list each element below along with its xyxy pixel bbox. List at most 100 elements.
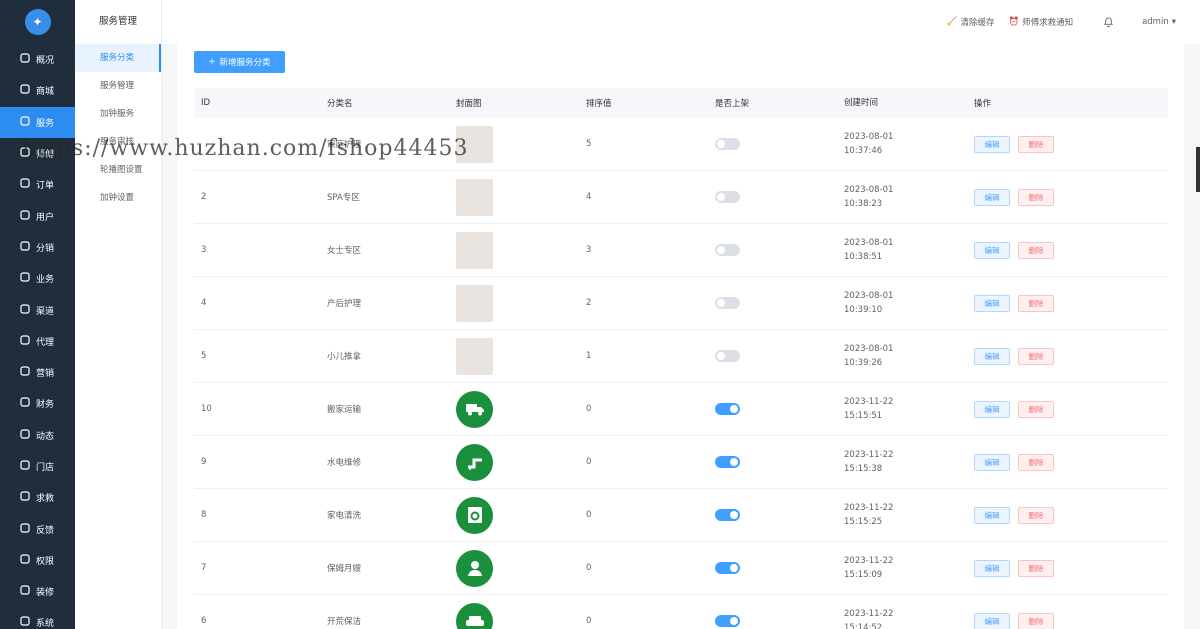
status-toggle[interactable] bbox=[715, 350, 740, 362]
nav-item-13[interactable]: 门店 bbox=[0, 451, 75, 482]
scrollbar-thumb[interactable] bbox=[1196, 147, 1200, 192]
cell-status bbox=[715, 456, 844, 468]
col-header-id[interactable]: ID bbox=[194, 98, 327, 108]
sub-sidebar-title: 服务管理 bbox=[99, 16, 138, 27]
nav-item-11[interactable]: 财务 bbox=[0, 388, 75, 419]
edit-button[interactable]: 编辑 bbox=[974, 241, 1010, 259]
col-header-created[interactable]: 创建时间 bbox=[844, 96, 974, 110]
cell-id: 7 bbox=[201, 563, 207, 573]
cell-cover bbox=[456, 337, 586, 375]
nav-item-9[interactable]: 代理 bbox=[0, 326, 75, 357]
edit-button[interactable]: 编辑 bbox=[974, 612, 1010, 629]
cell-actions: 编辑 删除 bbox=[974, 294, 1148, 312]
edit-button[interactable]: 编辑 bbox=[974, 400, 1010, 418]
nav-item-0[interactable]: 概况 bbox=[0, 44, 75, 75]
status-toggle[interactable] bbox=[715, 403, 740, 415]
cell-id: 10 bbox=[201, 404, 212, 414]
cell-cover bbox=[456, 549, 586, 587]
nav-item-4[interactable]: 订单 bbox=[0, 169, 75, 200]
nav-item-14[interactable]: 求救 bbox=[0, 482, 75, 513]
col-header-status[interactable]: 是否上架 bbox=[715, 97, 844, 109]
cell-cover bbox=[456, 496, 586, 534]
nav-item-15[interactable]: 反馈 bbox=[0, 513, 75, 544]
delete-button[interactable]: 删除 bbox=[1018, 135, 1054, 153]
sub-item-0[interactable]: 服务分类 bbox=[75, 44, 161, 72]
nav-item-label: 业务 bbox=[36, 275, 55, 286]
status-toggle[interactable] bbox=[715, 244, 740, 256]
home-icon bbox=[20, 53, 30, 66]
sub-sidebar: 服务管理 服务分类 服务管理 加钟服务 服务审核 轮播图设置 加钟设置 bbox=[75, 0, 162, 629]
edit-button[interactable]: 编辑 bbox=[974, 135, 1010, 153]
nav-item-18[interactable]: 系统 bbox=[0, 607, 75, 629]
edit-button[interactable]: 编辑 bbox=[974, 559, 1010, 577]
cell-created: 2023-08-01 10:39:10 bbox=[844, 289, 974, 317]
cell-created: 2023-08-01 10:38:23 bbox=[844, 183, 974, 211]
main-sidebar: ✦ 概况 商城 服务 师傅 订单 用户 分销 业务 渠道 代理 营销 财务 动态 门店 求救 反馈 权限 装修 系统 bbox=[0, 0, 75, 629]
edit-button[interactable]: 编辑 bbox=[974, 347, 1010, 365]
col-header-cover[interactable]: 封面图 bbox=[456, 97, 586, 109]
bell-icon[interactable] bbox=[1103, 16, 1114, 28]
cell-sort: 0 bbox=[586, 457, 592, 467]
cell-cover bbox=[456, 390, 586, 428]
marketing-icon bbox=[20, 366, 30, 379]
status-toggle[interactable] bbox=[715, 615, 740, 627]
cell-status bbox=[715, 191, 844, 203]
add-category-button[interactable]: + 新增服务分类 bbox=[194, 51, 285, 73]
nav-item-label: 用户 bbox=[36, 212, 55, 223]
nav-item-5[interactable]: 用户 bbox=[0, 200, 75, 231]
sos-notice-link[interactable]: ⏰ 师傅求救通知 bbox=[1008, 16, 1073, 28]
clear-cache-link[interactable]: 🧹 清除缓存 bbox=[947, 16, 995, 28]
cell-actions: 编辑 删除 bbox=[974, 453, 1148, 471]
status-toggle[interactable] bbox=[715, 562, 740, 574]
status-toggle[interactable] bbox=[715, 191, 740, 203]
delete-button[interactable]: 删除 bbox=[1018, 347, 1054, 365]
nav-item-8[interactable]: 渠道 bbox=[0, 294, 75, 325]
created-time: 15:15:38 bbox=[844, 464, 883, 474]
user-name: admin bbox=[1142, 17, 1169, 27]
cell-actions: 编辑 删除 bbox=[974, 559, 1148, 577]
edit-button[interactable]: 编辑 bbox=[974, 294, 1010, 312]
nav-item-6[interactable]: 分销 bbox=[0, 232, 75, 263]
delete-button[interactable]: 删除 bbox=[1018, 559, 1054, 577]
delete-button[interactable]: 删除 bbox=[1018, 188, 1054, 206]
nav-item-label: 门店 bbox=[36, 463, 55, 473]
nav-item-label: 商城 bbox=[36, 87, 55, 98]
status-toggle[interactable] bbox=[715, 297, 740, 309]
edit-button[interactable]: 编辑 bbox=[974, 453, 1010, 471]
delete-button[interactable]: 删除 bbox=[1018, 453, 1054, 471]
sub-item-1[interactable]: 服务管理 bbox=[75, 72, 161, 100]
cell-sort: 3 bbox=[586, 245, 592, 255]
pipe-icon bbox=[456, 443, 493, 481]
delete-button[interactable]: 删除 bbox=[1018, 612, 1054, 629]
delete-button[interactable]: 删除 bbox=[1018, 241, 1054, 259]
user-menu[interactable]: admin ▾ bbox=[1142, 17, 1176, 27]
sub-item-5[interactable]: 加钟设置 bbox=[75, 184, 161, 212]
status-toggle[interactable] bbox=[715, 509, 740, 521]
nav-item-17[interactable]: 装修 bbox=[0, 576, 75, 607]
created-time: 10:38:23 bbox=[844, 199, 883, 209]
status-toggle[interactable] bbox=[715, 456, 740, 468]
nav-item-10[interactable]: 营销 bbox=[0, 357, 75, 388]
nav-item-2[interactable]: 服务 bbox=[0, 106, 75, 138]
service-icon bbox=[20, 116, 30, 129]
app-logo[interactable]: ✦ bbox=[0, 0, 75, 44]
table-row: 10 搬家运输 0 2023-11-22 15:15:51 编辑 删除 bbox=[194, 383, 1168, 436]
created-time: 10:38:51 bbox=[844, 252, 883, 262]
nav-item-1[interactable]: 商城 bbox=[0, 75, 75, 106]
edit-button[interactable]: 编辑 bbox=[974, 188, 1010, 206]
cell-name: 开荒保洁 bbox=[327, 617, 362, 627]
nav-item-7[interactable]: 业务 bbox=[0, 263, 75, 294]
nav-item-16[interactable]: 权限 bbox=[0, 545, 75, 576]
col-header-sort[interactable]: 排序值 bbox=[586, 97, 715, 109]
delete-button[interactable]: 删除 bbox=[1018, 400, 1054, 418]
delete-button[interactable]: 删除 bbox=[1018, 294, 1054, 312]
col-header-name[interactable]: 分类名 bbox=[327, 97, 456, 109]
sub-item-2[interactable]: 加钟服务 bbox=[75, 100, 161, 128]
edit-button[interactable]: 编辑 bbox=[974, 506, 1010, 524]
created-time: 15:15:25 bbox=[844, 517, 883, 527]
created-date: 2023-08-01 bbox=[844, 185, 894, 195]
delete-button[interactable]: 删除 bbox=[1018, 506, 1054, 524]
nav-item-12[interactable]: 动态 bbox=[0, 420, 75, 451]
status-toggle[interactable] bbox=[715, 138, 740, 150]
cell-id: 9 bbox=[201, 457, 207, 467]
